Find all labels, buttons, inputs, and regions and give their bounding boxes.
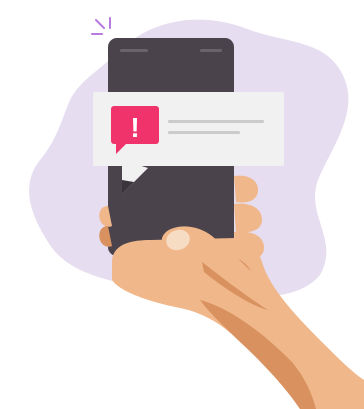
notification-text-line-1 <box>168 120 264 123</box>
notification-text-line-2 <box>168 131 240 134</box>
phone-sensor <box>200 49 222 52</box>
alert-exclamation: ! <box>130 112 139 143</box>
alert-illustration: ! <box>0 0 364 409</box>
illustration-canvas: ! <box>29 17 364 409</box>
phone-speaker <box>120 49 148 52</box>
sparkle-icon <box>91 17 111 35</box>
